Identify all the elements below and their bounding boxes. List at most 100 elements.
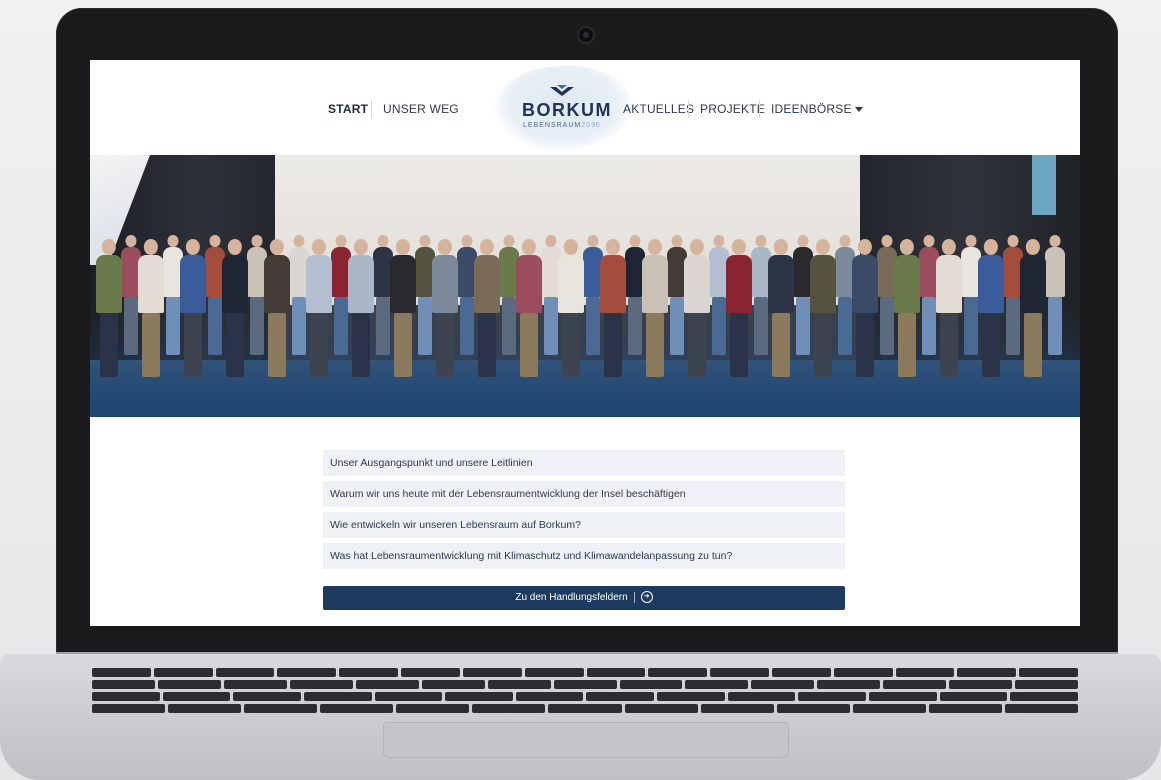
keyboard-key <box>355 680 419 689</box>
hero-banner-right <box>1032 155 1056 215</box>
keyboard-key <box>619 680 683 689</box>
logo-subtitle: LEBENSRAUM2030 <box>523 122 601 129</box>
keyboard-key <box>1019 668 1078 677</box>
nav-item-ideenboerse[interactable]: IDEENBÖRSE <box>771 102 863 116</box>
accordion-item-klimaschutz[interactable]: Was hat Lebensraumentwicklung mit Klimas… <box>323 543 845 569</box>
logo-mark-icon <box>550 85 574 96</box>
accordion-item-warum[interactable]: Warum wir uns heute mit der Lebensraumen… <box>323 481 845 507</box>
keyboard-key <box>215 668 275 677</box>
keyboard-key <box>817 680 881 689</box>
keyboard-key <box>1010 692 1078 701</box>
keyboard-key <box>472 704 546 713</box>
keyboard-key <box>939 692 1008 701</box>
hero-person <box>138 239 164 377</box>
camera-icon <box>579 28 593 42</box>
keyboard-key <box>462 668 522 677</box>
chevron-down-icon <box>854 107 863 113</box>
nav-item-aktuelles[interactable]: AKTUELLES <box>623 102 694 116</box>
keyboard-key <box>277 668 337 677</box>
handlungsfelder-button-label: Zu den Handlungsfeldern <box>515 592 628 603</box>
keyboard-key <box>949 680 1013 689</box>
keyboard-key <box>685 680 749 689</box>
hero-person <box>390 239 416 377</box>
hero-person <box>432 239 458 377</box>
keyboard-row <box>92 704 1079 713</box>
nav-item-projekte[interactable]: PROJEKTE <box>700 102 765 116</box>
keyboard-key <box>657 692 725 701</box>
button-divider <box>633 591 635 603</box>
keyboard-key <box>515 692 584 701</box>
keyboard-key <box>624 704 698 713</box>
nav-item-unser-weg[interactable]: UNSER WEG <box>383 102 459 116</box>
keyboard-key <box>445 692 513 701</box>
laptop-trackpad <box>383 722 789 758</box>
hero-person <box>684 239 710 377</box>
keyboard-row <box>92 692 1078 701</box>
keyboard-key <box>157 680 221 689</box>
keyboard-key <box>553 680 617 689</box>
hero-person <box>936 239 962 377</box>
hero-person <box>642 239 668 377</box>
browser-viewport: START UNSER WEG BORKUM LEBENSRAUM2030 AK… <box>90 60 1080 626</box>
logo-subtitle-main: LEBENSRAUM <box>523 122 582 129</box>
keyboard-key <box>320 704 394 713</box>
keyboard-key <box>339 668 399 677</box>
hero-person <box>474 239 500 377</box>
keyboard-key <box>648 668 708 677</box>
keyboard-key <box>833 668 893 677</box>
arrow-circle-right-icon: ➜ <box>640 591 653 604</box>
keyboard-key <box>92 668 151 677</box>
keyboard-key <box>710 668 769 677</box>
nav-divider <box>759 100 760 118</box>
hero-person <box>726 239 752 377</box>
hero-person <box>516 239 542 377</box>
hero-person <box>810 239 836 377</box>
accordion-item-ausgangspunkt[interactable]: Unser Ausgangspunkt und unsere Leitlinie… <box>323 450 845 476</box>
hero-person <box>348 239 374 377</box>
hero-person <box>1045 235 1065 355</box>
keyboard-row <box>92 680 1079 689</box>
hero-person <box>768 239 794 377</box>
keyboard-key <box>957 668 1017 677</box>
laptop-keyboard <box>92 668 1079 714</box>
keyboard-key <box>374 692 443 701</box>
keyboard-key <box>727 692 796 701</box>
keyboard-key <box>869 692 937 701</box>
nav-divider <box>688 100 689 118</box>
keyboard-key <box>883 680 947 689</box>
hero-person <box>894 239 920 377</box>
handlungsfelder-button[interactable]: Zu den Handlungsfeldern ➜ <box>323 586 845 610</box>
nav-item-start[interactable]: START <box>328 102 368 116</box>
keyboard-key <box>524 668 584 677</box>
hero-person <box>1020 239 1046 377</box>
hero-person <box>180 239 206 377</box>
keyboard-key <box>487 680 551 689</box>
keyboard-key <box>548 704 622 713</box>
keyboard-key <box>586 692 655 701</box>
keyboard-key <box>421 680 485 689</box>
keyboard-key <box>776 704 850 713</box>
keyboard-key <box>396 704 470 713</box>
keyboard-key <box>798 692 867 701</box>
keyboard-key <box>895 668 955 677</box>
nav-divider <box>371 100 372 118</box>
keyboard-key <box>92 680 155 689</box>
keyboard-key <box>928 704 1002 713</box>
logo-title[interactable]: BORKUM <box>522 100 612 121</box>
keyboard-key <box>244 704 318 713</box>
nav-item-ideenboerse-label: IDEENBÖRSE <box>771 102 852 116</box>
keyboard-key <box>223 680 287 689</box>
keyboard-key <box>92 704 166 713</box>
hero-person <box>852 239 878 377</box>
keyboard-key <box>162 692 231 701</box>
keyboard-key <box>92 692 160 701</box>
keyboard-key <box>1015 680 1079 689</box>
keyboard-key <box>771 668 831 677</box>
keyboard-key <box>168 704 242 713</box>
hero-person <box>306 239 332 377</box>
keyboard-key <box>1004 704 1079 713</box>
site-header: START UNSER WEG BORKUM LEBENSRAUM2030 AK… <box>90 60 1080 155</box>
keyboard-key <box>289 680 353 689</box>
keyboard-key <box>233 692 301 701</box>
accordion-item-wie[interactable]: Wie entwickeln wir unseren Lebensraum au… <box>323 512 845 538</box>
